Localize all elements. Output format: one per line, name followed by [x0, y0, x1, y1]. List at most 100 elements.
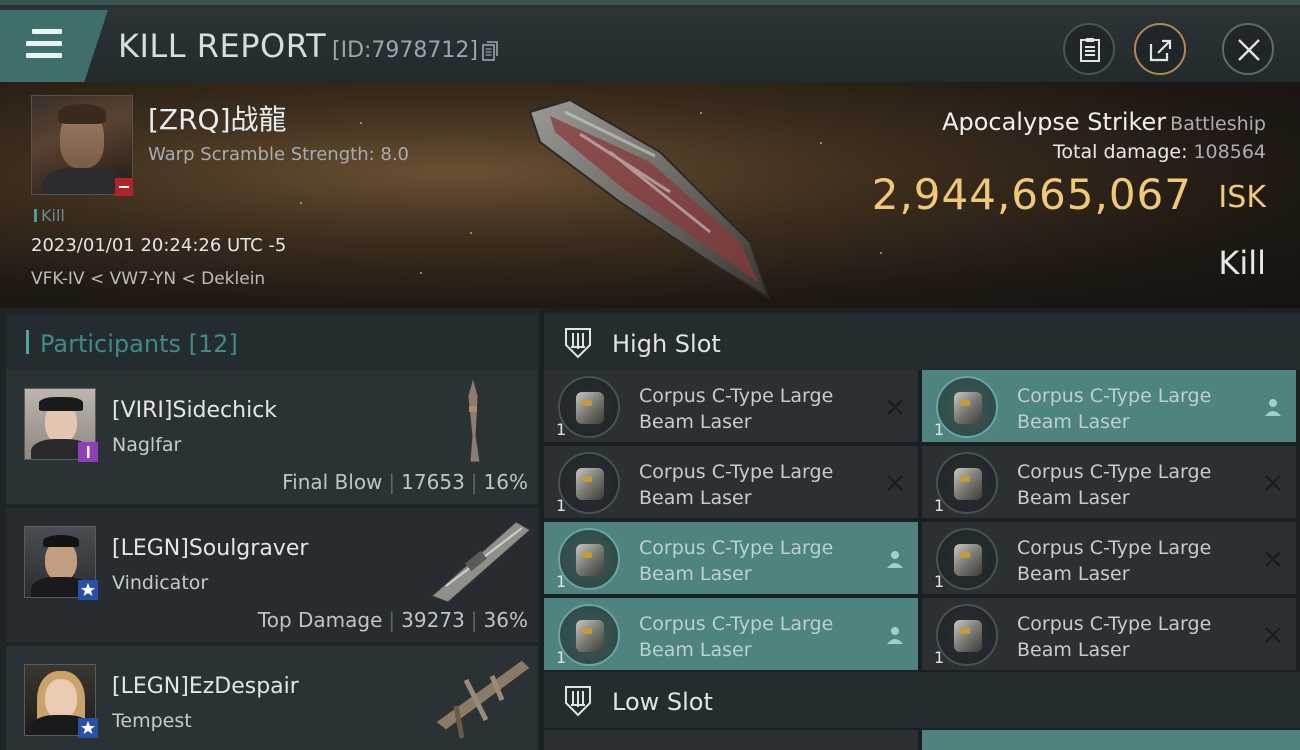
participant-name: [LEGN]EzDespair — [112, 674, 299, 699]
high-slot-module[interactable]: 1 Corpus C-Type Large Beam Laser — [922, 598, 1296, 670]
participants-panel: Participants [12] [VIRI]Sidechick Naglfa… — [0, 308, 540, 750]
damage-percent: 16% — [483, 470, 528, 494]
module-quantity: 1 — [556, 572, 567, 591]
damage-value: 39273 — [401, 608, 465, 632]
stat-label: Top Damage — [257, 608, 383, 632]
module-quantity: 1 — [934, 496, 945, 515]
module-quantity: 1 — [556, 496, 567, 515]
high-slot-module[interactable]: 1 Corpus C-Type Large Beam Laser — [544, 370, 918, 442]
participant-stats: Top Damage | 39273 | 36% — [257, 608, 528, 632]
stat-label: Final Blow — [282, 470, 383, 494]
participants-title: Participants [12] — [40, 330, 238, 358]
dropped-person-icon — [887, 627, 903, 644]
low-slot-module[interactable] — [922, 730, 1300, 750]
isk-label: ISK — [1218, 180, 1266, 215]
module-icon — [936, 604, 998, 666]
ship-name-label: Apocalypse Striker — [942, 108, 1167, 136]
warp-scramble-strength: Warp Scramble Strength: 8.0 — [148, 144, 410, 165]
ship-thumbnail — [435, 659, 531, 739]
page-title: KILL REPORT — [118, 27, 327, 65]
module-icon — [936, 452, 998, 514]
report-id: [ID:7978712] — [332, 38, 478, 63]
clipboard-icon — [1080, 38, 1100, 62]
participant-name: [LEGN]Soulgraver — [112, 536, 309, 561]
low-slot-module[interactable] — [544, 730, 918, 750]
module-name: Corpus C-Type Large Beam Laser — [639, 537, 834, 585]
module-name: Corpus C-Type Large Beam Laser — [1017, 461, 1212, 509]
ship-thumbnail — [467, 376, 481, 463]
module-icon — [936, 528, 998, 590]
dropped-person-icon — [887, 551, 903, 568]
high-slot-module[interactable]: 1 Corpus C-Type Large Beam Laser — [544, 522, 918, 594]
participant-ship: Naglfar — [112, 434, 182, 456]
participants-count: [12] — [188, 330, 238, 358]
module-name: Corpus C-Type Large Beam Laser — [639, 385, 834, 433]
kill-banner: [ZRQ]战龍 Warp Scramble Strength: 8.0 Kill… — [0, 82, 1300, 308]
participant-ship: Vindicator — [112, 572, 209, 594]
victim-ship[interactable]: Apocalypse Striker Battleship — [942, 108, 1266, 136]
module-quantity: 1 — [934, 648, 945, 667]
close-icon — [1238, 39, 1260, 61]
top-bar: KILL REPORT [ID:7978712] — [0, 0, 1300, 82]
kill-location[interactable]: VFK-IV < VW7-YN < Deklein — [31, 269, 265, 289]
low-slot-icon — [565, 686, 591, 717]
fitting-panel: High Slot 1 Corpus C-Type Large Beam Lase… — [544, 308, 1300, 750]
star-badge-icon — [78, 718, 98, 738]
destroyed-x-icon — [1265, 475, 1281, 491]
clipboard-button[interactable] — [1063, 23, 1115, 75]
high-slot-header: High Slot — [544, 314, 1300, 370]
menu-button[interactable] — [0, 10, 108, 82]
total-damage: Total damage: 108564 — [1053, 141, 1266, 163]
damage-percent: 36% — [483, 608, 528, 632]
high-slot-module[interactable]: 1 Corpus C-Type Large Beam Laser — [922, 446, 1296, 518]
ship-thumbnail — [431, 521, 531, 603]
destroyed-x-icon — [1265, 627, 1281, 643]
module-icon — [558, 528, 620, 590]
module-icon — [558, 604, 620, 666]
isk-value: 2,944,665,067 — [871, 170, 1192, 219]
share-button[interactable] — [1134, 23, 1186, 75]
low-slot-label: Low Slot — [612, 688, 713, 716]
high-slot-module[interactable]: 1 Corpus C-Type Large Beam Laser — [544, 446, 918, 518]
ship-class: Battleship — [1170, 113, 1266, 135]
destroyed-x-icon — [887, 399, 903, 415]
kill-tag-label: Kill — [41, 206, 65, 225]
high-slot-module[interactable]: 1 Corpus C-Type Large Beam Laser — [922, 370, 1296, 442]
total-damage-label: Total damage: — [1053, 141, 1188, 163]
total-damage-value: 108564 — [1193, 141, 1266, 163]
module-name: Corpus C-Type Large Beam Laser — [1017, 537, 1212, 585]
module-quantity: 1 — [556, 648, 567, 667]
close-button[interactable] — [1222, 23, 1274, 75]
module-name: Corpus C-Type Large Beam Laser — [639, 461, 834, 509]
victim-ship-image[interactable] — [510, 92, 780, 302]
damage-value: 17653 — [401, 470, 465, 494]
victim-name[interactable]: [ZRQ]战龍 — [148, 98, 287, 138]
copy-icon[interactable] — [482, 41, 498, 61]
hamburger-icon — [26, 29, 62, 59]
module-icon — [558, 376, 620, 438]
high-slot-module[interactable]: 1 Corpus C-Type Large Beam Laser — [922, 522, 1296, 594]
high-slot-label: High Slot — [612, 330, 721, 358]
dropped-person-icon — [1265, 399, 1281, 416]
module-name: Corpus C-Type Large Beam Laser — [639, 613, 834, 661]
high-slot-module[interactable]: 1 Corpus C-Type Large Beam Laser — [544, 598, 918, 670]
module-name: Corpus C-Type Large Beam Laser — [1017, 613, 1212, 661]
participant-row[interactable]: [LEGN]EzDespair Tempest — [6, 646, 538, 750]
kill-datetime: 2023/01/01 20:24:26 UTC -5 — [31, 235, 287, 256]
participant-name: [VIRI]Sidechick — [112, 398, 278, 423]
low-slot-header: Low Slot — [544, 672, 1300, 728]
module-icon — [936, 376, 998, 438]
module-name: Corpus C-Type Large Beam Laser — [1017, 385, 1212, 433]
kill-tag: Kill — [34, 206, 65, 225]
module-quantity: 1 — [934, 420, 945, 439]
star-badge-icon — [78, 580, 98, 600]
corp-badge-icon — [78, 442, 98, 462]
participant-stats: Final Blow | 17653 | 16% — [282, 470, 528, 494]
participant-row[interactable]: [VIRI]Sidechick Naglfar Final Blow | 17653… — [6, 370, 538, 504]
destroyed-x-icon — [887, 475, 903, 491]
hostile-badge-icon — [115, 178, 133, 196]
share-icon — [1149, 39, 1172, 62]
participant-row[interactable]: [LEGN]Soulgraver Vindicator Top Damage | 3… — [6, 508, 538, 642]
participants-header: Participants [12] — [6, 314, 538, 370]
destroyed-x-icon — [1265, 551, 1281, 567]
